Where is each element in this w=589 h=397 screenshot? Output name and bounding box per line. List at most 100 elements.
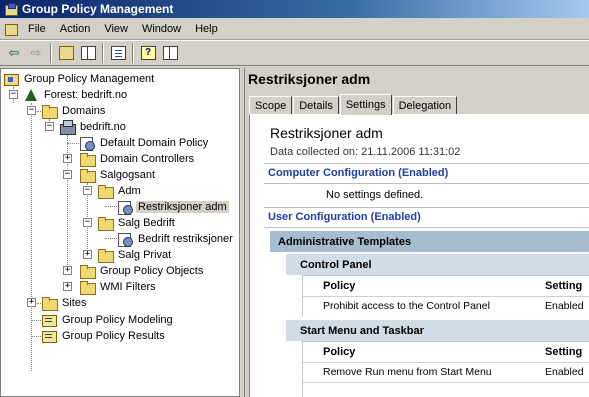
modeling-icon [41, 313, 57, 327]
tree-node-forest[interactable]: Forest: bedrift.no [23, 87, 129, 103]
title-bar: Group Policy Management [0, 0, 589, 18]
control-panel-policy-table: Policy Setting Prohibit access to the Co… [302, 275, 589, 317]
tree-node-adm[interactable]: Adm [97, 183, 143, 199]
domains-folder-icon [41, 104, 58, 119]
tree-node-salgogsant[interactable]: Salgogsant [79, 167, 157, 183]
collapse-domain-toggle[interactable]: − [45, 122, 54, 131]
menu-window[interactable]: Window [135, 23, 188, 35]
ou-folder-icon [97, 248, 114, 263]
admin-templates-label: Administrative Templates [278, 235, 412, 248]
toolbar: ⇦ ⇨ ? [0, 40, 589, 66]
tab-delegation[interactable]: Delegation [392, 96, 458, 115]
expand-salg-privat-toggle[interactable]: + [83, 250, 92, 259]
collapse-salgogsant-toggle[interactable]: − [63, 170, 72, 179]
tree-node-wmi-filters[interactable]: WMI Filters [79, 279, 158, 295]
tree-node-salg-bedrift[interactable]: Salg Bedrift [97, 215, 177, 231]
tree-node-domains[interactable]: Domains [41, 103, 107, 119]
start-menu-taskbar-header[interactable]: Start Menu and Taskbar [286, 320, 589, 341]
gpo-link-icon [117, 232, 133, 247]
tree-node-gp-results[interactable]: Group Policy Results [41, 328, 167, 344]
menu-help[interactable]: Help [188, 23, 225, 35]
admin-templates-header[interactable]: Administrative Templates [270, 231, 589, 252]
gpo-folder-icon [79, 264, 96, 279]
domain-icon [59, 120, 76, 135]
forest-icon [23, 88, 39, 102]
expand-gpo-objects-toggle[interactable]: + [63, 266, 72, 275]
menu-view[interactable]: View [97, 23, 135, 35]
tree-node-sites[interactable]: Sites [41, 295, 88, 311]
policy-column-header: Policy [323, 280, 356, 292]
settings-report[interactable]: Restriksjoner adm Data collected on: 21.… [249, 114, 589, 397]
wmi-folder-icon [79, 280, 96, 295]
setting-column-header: Setting [545, 346, 583, 358]
console-tree[interactable]: Group Policy Management − Forest: bedrif… [0, 68, 240, 397]
gpo-link-icon [117, 200, 133, 215]
tab-details[interactable]: Details [293, 96, 339, 115]
user-config-header[interactable]: User Configuration (Enabled) [268, 211, 421, 223]
no-settings-text: No settings defined. [326, 189, 424, 201]
show-hide-tree-button[interactable] [77, 42, 99, 64]
collapse-domains-toggle[interactable]: − [27, 106, 36, 115]
details-pane: Restriksjoner adm Scope Details Settings… [244, 68, 589, 397]
collapse-forest-toggle[interactable]: − [9, 90, 18, 99]
tree-node-gpmc-root[interactable]: Group Policy Management [3, 71, 156, 87]
up-folder-icon [58, 46, 74, 60]
forward-arrow-icon[interactable]: ⇨ [25, 42, 47, 64]
policy-name-cell: Remove Run menu from Start Menu [323, 366, 492, 378]
back-arrow-icon[interactable]: ⇦ [3, 42, 25, 64]
setting-column-header: Setting [545, 280, 583, 292]
help-button[interactable]: ? [137, 42, 159, 64]
toolbar-separator [132, 43, 134, 63]
refresh-button[interactable] [107, 42, 129, 64]
data-collected-text: Data collected on: 21.11.2006 11:31:02 [270, 146, 461, 158]
help-icon: ? [140, 46, 156, 60]
gpmc-root-icon [3, 72, 19, 86]
policy-column-header: Policy [323, 346, 356, 358]
expand-sites-toggle[interactable]: + [27, 298, 36, 307]
tab-strip: Scope Details Settings Delegation [249, 94, 458, 115]
ou-folder-icon [97, 216, 114, 231]
ou-folder-icon [79, 152, 96, 167]
tree-node-salg-privat[interactable]: Salg Privat [97, 247, 173, 263]
start-menu-taskbar-label: Start Menu and Taskbar [300, 324, 424, 337]
tree-node-group-policy-objects[interactable]: Group Policy Objects [79, 263, 205, 279]
menu-file[interactable]: File [21, 23, 53, 35]
toolbar-separator [50, 43, 52, 63]
gpo-link-icon [79, 136, 95, 151]
toolbar-separator [102, 43, 104, 63]
up-folder-button[interactable] [55, 42, 77, 64]
policy-name-cell: Prohibit access to the Control Panel [323, 300, 490, 312]
window-title: Group Policy Management [22, 2, 174, 16]
console-tree-icon [80, 46, 96, 60]
menu-action[interactable]: Action [53, 23, 98, 35]
menu-bar: File Action View Window Help [0, 18, 589, 40]
sites-folder-icon [41, 296, 58, 311]
collapse-salg-bedrift-toggle[interactable]: − [83, 218, 92, 227]
tree-node-bedrift-restriksjoner[interactable]: Bedrift restriksjoner [117, 231, 235, 247]
expand-wmi-filters-toggle[interactable]: + [63, 282, 72, 291]
report-title: Restriksjoner adm [270, 125, 383, 141]
computer-config-header[interactable]: Computer Configuration (Enabled) [268, 167, 448, 179]
ou-folder-icon [79, 168, 96, 183]
start-menu-policy-table: Policy Setting Remove Run menu from Star… [302, 341, 589, 397]
policy-setting-cell: Enabled [545, 366, 584, 378]
system-menu-icon[interactable] [3, 21, 19, 37]
tab-scope[interactable]: Scope [249, 96, 293, 115]
tab-settings[interactable]: Settings [339, 94, 392, 115]
ou-folder-icon [97, 184, 114, 199]
tree-node-gp-modeling[interactable]: Group Policy Modeling [41, 312, 175, 328]
pane-title: Restriksjoner adm [248, 71, 371, 87]
control-panel-header[interactable]: Control Panel [286, 254, 589, 275]
collapse-adm-toggle[interactable]: − [83, 186, 92, 195]
properties-button[interactable] [159, 42, 181, 64]
control-panel-label: Control Panel [300, 258, 372, 271]
policy-setting-cell: Enabled [545, 300, 584, 312]
expand-domain-controllers-toggle[interactable]: + [63, 154, 72, 163]
tree-node-domain-bedrift[interactable]: bedrift.no [59, 119, 128, 135]
tree-node-domain-controllers[interactable]: Domain Controllers [79, 151, 196, 167]
tree-node-default-domain-policy[interactable]: Default Domain Policy [79, 135, 210, 151]
tree-node-restriksjoner-adm[interactable]: Restriksjoner adm [117, 199, 229, 215]
refresh-icon [110, 46, 126, 60]
properties-icon [162, 46, 178, 60]
results-icon [41, 329, 57, 343]
